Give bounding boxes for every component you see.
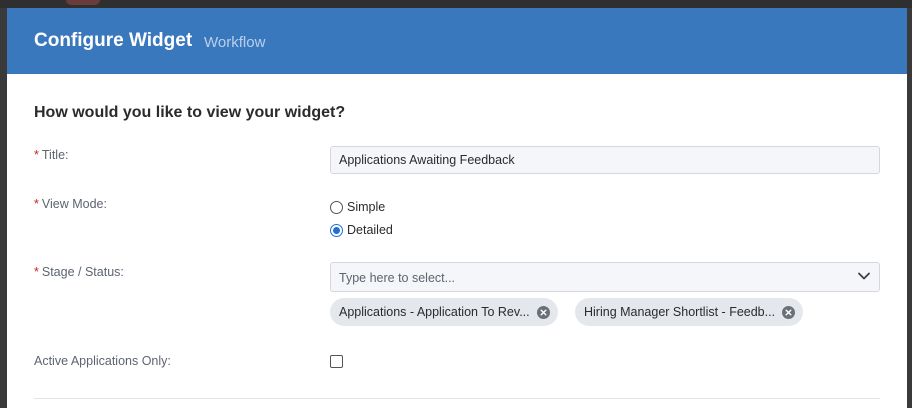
modal-title: Configure Widget (34, 30, 193, 51)
title-label: * Title: (34, 148, 69, 162)
required-marker: * (34, 148, 39, 162)
view-mode-label: * View Mode: (34, 197, 107, 211)
active-only-checkbox[interactable] (330, 355, 343, 368)
configure-widget-modal: Configure Widget Workflow How would you … (7, 8, 907, 408)
modal-subtitle: Workflow (204, 34, 266, 51)
backdrop (0, 0, 912, 8)
radio-detailed[interactable]: Detailed (330, 222, 393, 238)
section-question: How would you like to view your widget? (34, 104, 346, 121)
radio-detailed-button[interactable] (330, 223, 343, 237)
stage-status-label-text: Stage / Status: (41, 265, 124, 279)
active-only-label: Active Applications Only: (34, 354, 171, 368)
radio-simple-button[interactable] (330, 200, 343, 214)
required-marker: * (34, 265, 39, 279)
view-mode-label-text: View Mode: (41, 197, 107, 211)
close-circle-icon[interactable] (536, 305, 550, 319)
selected-chip: Applications - Application To Rev... (330, 298, 558, 326)
radio-simple-label: Simple (347, 200, 386, 214)
title-label-text: Title: (41, 148, 69, 162)
modal-header: Configure Widget Workflow (7, 8, 907, 74)
title-input[interactable] (330, 146, 880, 174)
divider (34, 398, 880, 399)
backdrop-element (66, 0, 100, 5)
selected-chip: Hiring Manager Shortlist - Feedb... (575, 298, 804, 326)
chevron-down-icon[interactable] (857, 269, 871, 283)
stage-status-placeholder: Type here to select... (339, 271, 456, 285)
radio-detailed-label: Detailed (347, 223, 393, 237)
stage-status-select[interactable]: Type here to select... (330, 262, 880, 292)
radio-simple[interactable]: Simple (330, 199, 385, 215)
chip-label: Applications - Application To Rev... (339, 305, 530, 319)
chip-label: Hiring Manager Shortlist - Feedb... (584, 305, 776, 319)
close-circle-icon[interactable] (782, 305, 796, 319)
required-marker: * (34, 197, 39, 211)
stage-status-label: * Stage / Status: (34, 265, 124, 279)
